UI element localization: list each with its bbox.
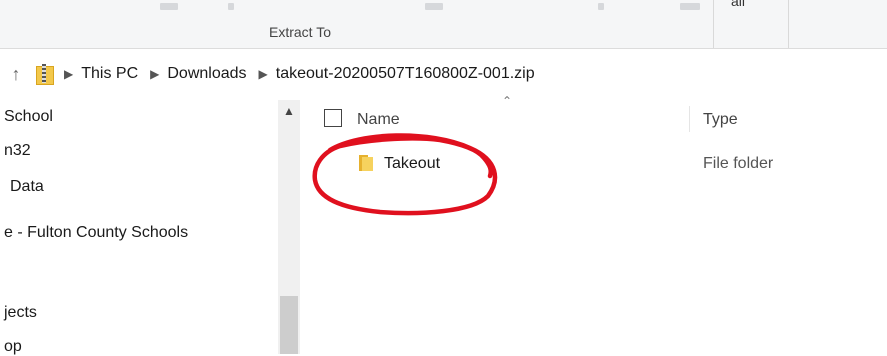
ribbon: all Extract To — [0, 0, 887, 49]
ribbon-truncated-row: all — [0, 0, 887, 12]
up-arrow-icon[interactable]: ↑ — [6, 64, 26, 85]
ribbon-item-fragment[interactable] — [228, 3, 234, 10]
ribbon-divider — [788, 0, 789, 48]
navigation-pane: School n32 Data e - Fulton County School… — [0, 100, 300, 356]
breadcrumb-downloads[interactable]: Downloads — [167, 65, 246, 83]
nav-scrollbar[interactable]: ▲ — [278, 100, 300, 354]
nav-item[interactable]: jects — [4, 304, 37, 322]
ribbon-extract-all-label[interactable]: all — [731, 0, 745, 9]
nav-item[interactable]: n32 — [4, 142, 31, 160]
ribbon-group-label: Extract To — [269, 24, 331, 40]
breadcrumb-this-pc[interactable]: This PC — [81, 65, 138, 83]
ribbon-divider — [713, 0, 714, 48]
nav-item[interactable]: e - Fulton County Schools — [4, 224, 188, 242]
breadcrumb-zip-file[interactable]: takeout-20200507T160800Z-001.zip — [276, 65, 535, 83]
scroll-up-icon[interactable]: ▲ — [283, 104, 295, 118]
file-type: File folder — [703, 155, 774, 172]
address-bar[interactable]: ↑ ▶ This PC ▶ Downloads ▶ takeout-202005… — [0, 56, 887, 92]
column-header-name[interactable]: Name — [357, 111, 400, 129]
file-name: Takeout — [384, 155, 441, 172]
ribbon-item-fragment[interactable] — [425, 3, 443, 10]
folder-icon — [359, 155, 373, 171]
ribbon-item-fragment[interactable] — [680, 3, 700, 10]
ribbon-item-fragment[interactable] — [160, 3, 178, 10]
nav-item[interactable]: op — [4, 338, 22, 356]
sort-ascending-icon: ⌃ — [502, 94, 513, 108]
scroll-thumb[interactable] — [280, 296, 298, 354]
select-all-checkbox[interactable] — [324, 109, 342, 127]
zip-folder-icon — [36, 64, 54, 85]
file-list: ⌃ Name Type Takeout File folder — [300, 94, 887, 354]
ribbon-item-fragment[interactable] — [598, 3, 604, 10]
chevron-right-icon[interactable]: ▶ — [259, 67, 268, 81]
nav-item[interactable]: Data — [10, 178, 44, 196]
column-header-type[interactable]: Type — [703, 111, 738, 129]
file-row[interactable]: Takeout File folder — [300, 150, 887, 178]
nav-item[interactable]: School — [4, 108, 53, 126]
chevron-right-icon[interactable]: ▶ — [150, 67, 159, 81]
chevron-right-icon[interactable]: ▶ — [64, 67, 73, 81]
column-divider[interactable] — [689, 106, 690, 132]
